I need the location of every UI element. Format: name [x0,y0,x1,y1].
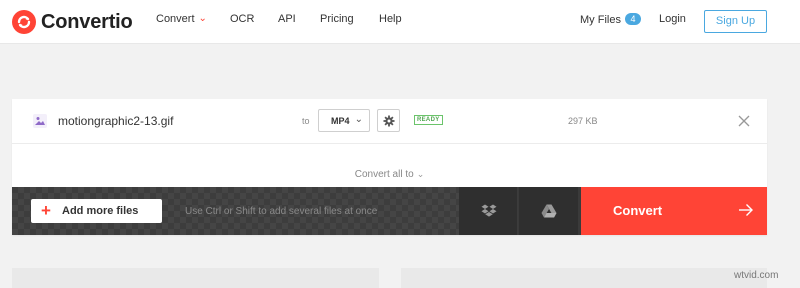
plus-icon: + [41,201,51,220]
my-files-label: My Files [580,14,621,26]
gear-icon [383,115,395,127]
bottom-panel-left [12,268,379,288]
top-navigation-bar: Convertio Convert ⌄ OCR API Pricing Help … [0,0,800,44]
watermark: wtvid.com [734,270,779,281]
nav-convert-label: Convert [156,13,195,25]
status-badge: READY [414,115,443,125]
convertio-logo-icon [12,10,36,34]
nav-help[interactable]: Help [379,13,402,25]
file-row: motiongraphic2-13.gif to MP4 ⌄ READY 297… [12,99,767,144]
close-icon [738,115,750,127]
file-conversion-panel: motiongraphic2-13.gif to MP4 ⌄ READY 297… [12,99,767,235]
bottom-panel-right [401,268,767,288]
output-format-select[interactable]: MP4 ⌄ [318,109,370,132]
logo-text: Convertio [41,10,133,33]
login-link[interactable]: Login [659,13,686,25]
arrow-right-icon [739,204,753,216]
chevron-down-icon: ⌄ [416,169,425,179]
chevron-down-icon: ⌄ [198,13,207,24]
convert-all-label: Convert all to [354,169,414,180]
nav-convert[interactable]: Convert ⌄ [156,13,207,25]
file-name: motiongraphic2-13.gif [58,114,174,128]
remove-file-button[interactable] [736,113,752,129]
convert-all-row: Convert all to ⌄ [12,145,767,187]
action-bar: + Add more files Use Ctrl or Shift to ad… [12,187,767,235]
sign-up-button[interactable]: Sign Up [704,10,767,33]
my-files-link[interactable]: My Files 4 [580,13,641,26]
image-file-icon [32,113,48,129]
convert-button-label: Convert [613,203,663,218]
file-size: 297 KB [568,116,598,126]
output-format-value: MP4 [331,116,350,126]
convert-all-dropdown[interactable]: Convert all to ⌄ [355,157,424,180]
nav-api[interactable]: API [278,13,296,25]
dropbox-button[interactable] [459,187,518,235]
convert-button[interactable]: Convert [581,187,767,235]
multi-select-hint: Use Ctrl or Shift to add several files a… [185,206,378,217]
google-drive-icon [541,204,557,218]
add-more-files-label: Add more files [62,205,139,217]
convertio-logo[interactable]: Convertio [12,9,133,35]
to-label: to [302,116,310,126]
chevron-down-icon: ⌄ [354,114,363,125]
settings-button[interactable] [377,109,400,132]
my-files-count-badge: 4 [624,13,641,25]
nav-ocr[interactable]: OCR [230,13,254,25]
add-more-files-button[interactable]: + Add more files [31,199,162,223]
nav-pricing[interactable]: Pricing [320,13,354,25]
google-drive-button[interactable] [519,187,578,235]
dropbox-icon [481,204,497,217]
